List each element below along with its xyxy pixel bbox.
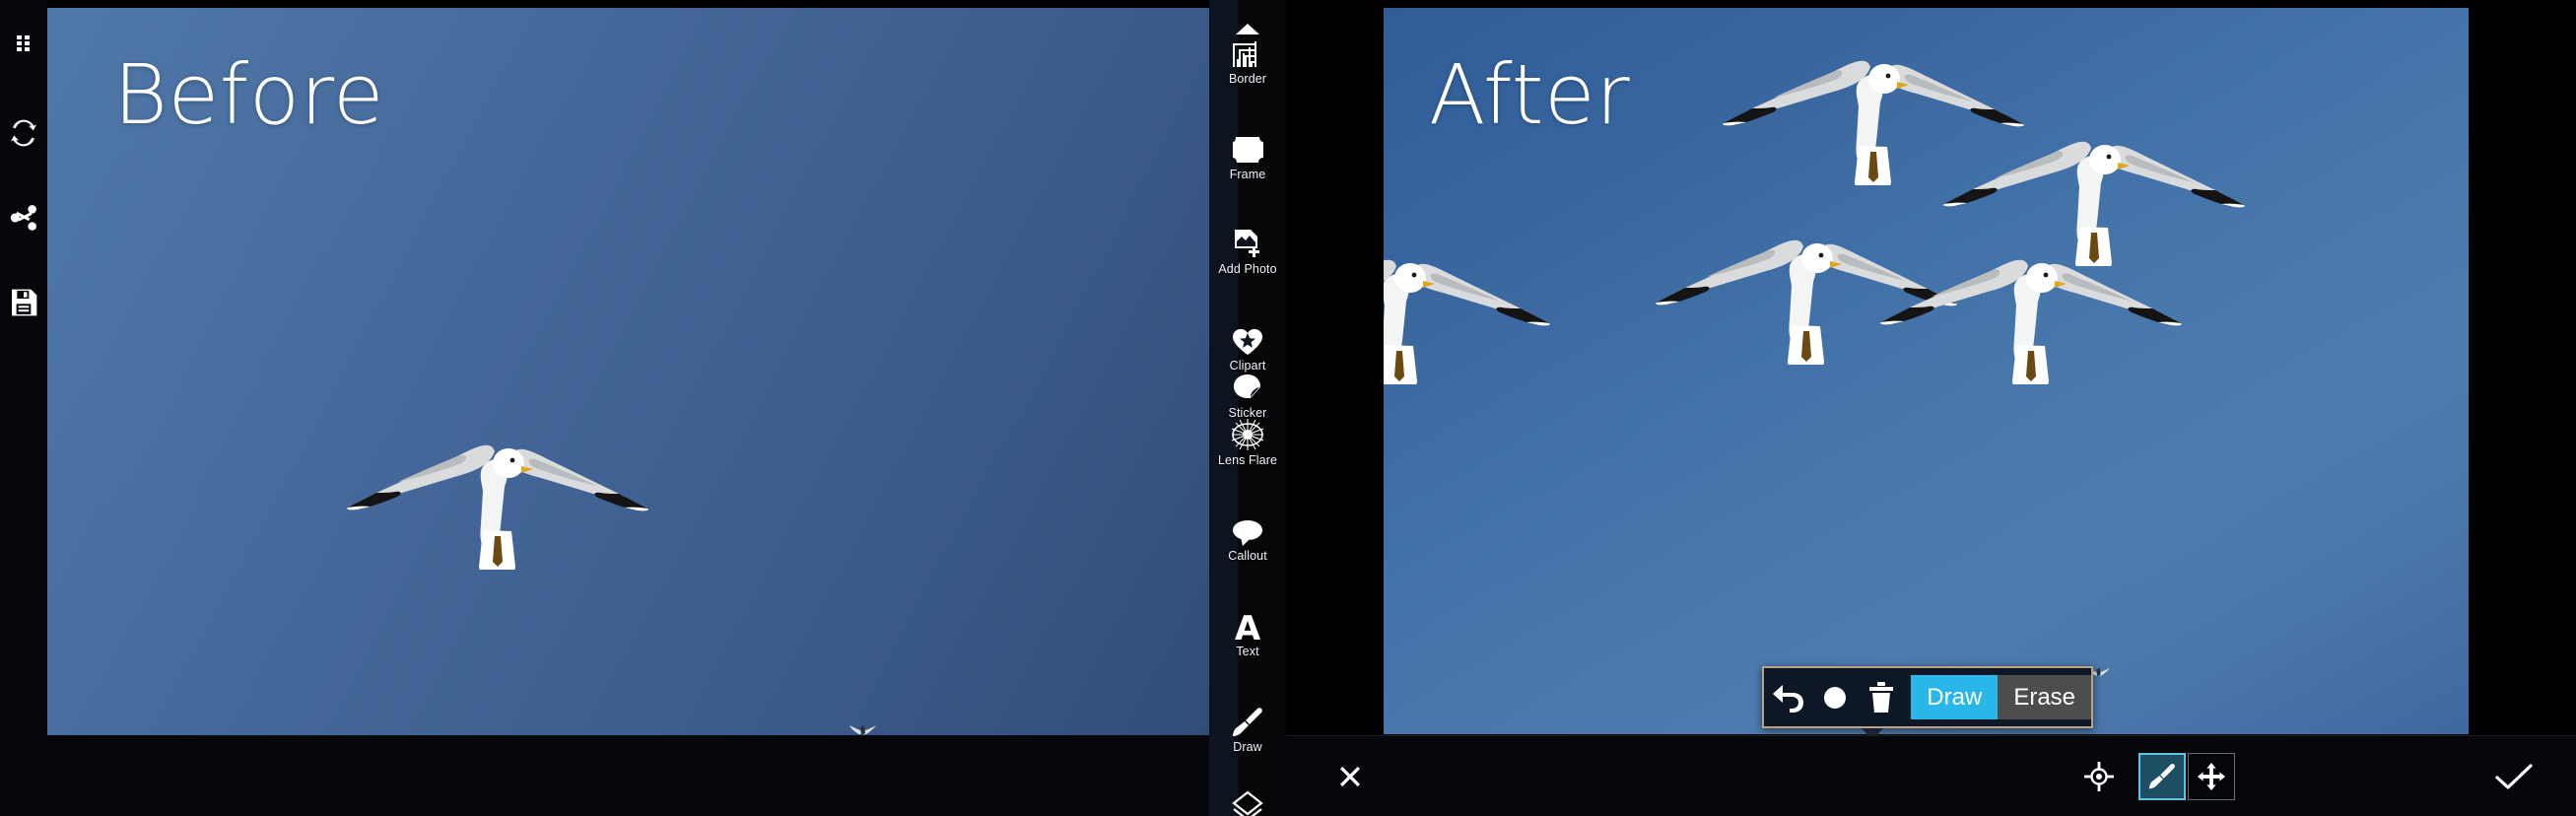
tool-item-add-photo[interactable]: Add Photo bbox=[1209, 226, 1286, 276]
circle-dot-icon[interactable] bbox=[1811, 668, 1859, 726]
lens-flare-icon bbox=[1231, 417, 1264, 450]
brush-mode-button[interactable] bbox=[2138, 736, 2186, 816]
refresh-icon[interactable] bbox=[0, 91, 47, 175]
move-arrows-icon[interactable] bbox=[2188, 753, 2235, 800]
erase-mode-button[interactable]: Erase bbox=[1998, 675, 2092, 719]
draw-icon bbox=[1232, 704, 1263, 737]
border-icon bbox=[1231, 35, 1264, 69]
cancel-button[interactable] bbox=[1316, 736, 1385, 816]
brush-icon[interactable] bbox=[2138, 753, 2186, 800]
tool-label: Lens Flare bbox=[1217, 453, 1278, 467]
tool-item-clipart[interactable]: Clipart bbox=[1209, 322, 1286, 373]
save-icon[interactable] bbox=[0, 260, 47, 345]
tool-item-text[interactable]: A Text bbox=[1209, 608, 1286, 658]
before-bottom-strip bbox=[0, 735, 1286, 816]
scroll-up-arrow-icon[interactable] bbox=[1209, 24, 1286, 34]
text-icon: A bbox=[1233, 608, 1262, 642]
left-action-rail bbox=[0, 0, 47, 816]
tool-item-layers[interactable] bbox=[1209, 788, 1286, 816]
confirm-button[interactable] bbox=[2479, 736, 2548, 816]
draw-erase-toggle[interactable]: Draw Erase bbox=[1911, 675, 2092, 719]
tool-label: Border bbox=[1228, 72, 1267, 86]
draw-tool-popup[interactable]: Draw Erase bbox=[1762, 666, 2093, 728]
move-mode-button[interactable] bbox=[2188, 736, 2235, 816]
before-label: Before bbox=[113, 46, 385, 143]
tool-label: Add Photo bbox=[1218, 262, 1277, 276]
target-crosshair-icon[interactable] bbox=[2069, 736, 2129, 816]
frame-icon bbox=[1232, 131, 1263, 165]
tool-label: Draw bbox=[1233, 740, 1262, 754]
tool-item-sticker[interactable]: Sticker bbox=[1209, 370, 1286, 420]
add-photo-icon bbox=[1232, 226, 1263, 259]
svg-text:A: A bbox=[1235, 610, 1261, 642]
layers-diamond-icon bbox=[1231, 788, 1264, 816]
menu-icon[interactable] bbox=[0, 0, 47, 91]
sticker-icon bbox=[1232, 370, 1263, 403]
trash-icon[interactable] bbox=[1859, 668, 1906, 726]
seagull-after-3 bbox=[1384, 237, 1556, 384]
tool-item-callout[interactable]: Callout bbox=[1209, 512, 1286, 563]
tool-item-border[interactable]: Border bbox=[1209, 35, 1286, 86]
tool-sidebar[interactable]: Border Frame Add Photo Clipart Sticker L… bbox=[1209, 0, 1286, 816]
share-icon[interactable] bbox=[0, 175, 47, 260]
tool-label: Frame bbox=[1229, 168, 1266, 181]
tool-item-draw[interactable]: Draw bbox=[1209, 704, 1286, 754]
before-image-panel[interactable]: Before bbox=[47, 8, 1215, 808]
after-label: After bbox=[1429, 46, 1631, 143]
after-image-panel[interactable]: After bbox=[1384, 8, 2469, 734]
draw-mode-button[interactable]: Draw bbox=[1911, 675, 1999, 719]
tool-label: Callout bbox=[1228, 549, 1267, 563]
tool-label: Text bbox=[1236, 645, 1259, 658]
seagull-before-main bbox=[339, 422, 654, 570]
seagull-after-5 bbox=[1872, 237, 2188, 384]
tool-item-lens-flare[interactable]: Lens Flare bbox=[1209, 417, 1286, 467]
callout-icon bbox=[1232, 512, 1263, 546]
app-root: Before Border Frame Add Photo Clipart St… bbox=[0, 0, 2576, 816]
panel-divider bbox=[1286, 0, 1343, 816]
undo-icon[interactable] bbox=[1764, 668, 1811, 726]
clipart-icon bbox=[1232, 322, 1263, 356]
bottom-toolbar bbox=[1286, 735, 2576, 816]
tool-item-frame[interactable]: Frame bbox=[1209, 131, 1286, 181]
